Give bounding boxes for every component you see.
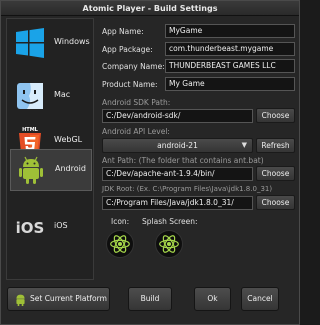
product-name-field[interactable]: My Game [165, 77, 295, 91]
svg-text:HTML: HTML [22, 127, 39, 133]
android-icon [19, 156, 43, 184]
platform-list: Windows Mac HTML WebGL Android iOS iOS [6, 18, 94, 280]
choose-jdk-button[interactable]: Choose [256, 195, 295, 210]
window-title: Atomic Player - Build Settings [1, 1, 299, 16]
atom-icon [110, 235, 130, 253]
company-name-label: Company Name: [102, 62, 165, 71]
mac-finder-icon [17, 83, 43, 109]
app-name-field[interactable]: MyGame [165, 24, 295, 38]
build-button[interactable]: Build [128, 287, 172, 311]
api-level-value: android-21 [157, 141, 198, 150]
platform-label: WebGL [54, 135, 83, 144]
platform-item-ios[interactable]: iOS iOS [10, 207, 92, 247]
choose-ant-button[interactable]: Choose [256, 166, 295, 181]
set-current-platform-button[interactable]: Set Current Platform [7, 287, 110, 311]
platform-label: iOS [54, 221, 68, 230]
platform-label: Android [55, 164, 86, 173]
platform-item-android[interactable]: Android [10, 149, 92, 191]
platform-item-windows[interactable]: Windows [10, 23, 92, 63]
app-package-label: App Package: [102, 45, 153, 54]
app-name-label: App Name: [102, 27, 144, 36]
ok-button[interactable]: Ok [194, 287, 231, 311]
atom-icon [159, 235, 179, 253]
platform-label: Mac [54, 90, 71, 99]
ant-path-field[interactable]: C:/Dev/apache-ant-1.9.4/bin/ [102, 167, 253, 181]
set-current-platform-label: Set Current Platform [30, 294, 107, 303]
choose-sdk-button[interactable]: Choose [256, 108, 295, 123]
ios-icon: iOS [16, 219, 45, 237]
api-level-label: Android API Level: [102, 127, 170, 136]
jdk-root-label: JDK Root: (Ex. C:\Program Files\Java\jdk… [102, 185, 273, 193]
refresh-button[interactable]: Refresh [256, 138, 295, 153]
android-icon [16, 294, 25, 306]
product-name-label: Product Name: [102, 80, 158, 89]
sdk-path-field[interactable]: C:/Dev/android-sdk/ [102, 109, 253, 123]
chevron-down-icon: ▼ [241, 141, 247, 149]
svg-text:iOS: iOS [16, 219, 45, 237]
app-icon-preview[interactable] [106, 230, 134, 258]
platform-item-mac[interactable]: Mac [10, 76, 92, 116]
splash-screen-label: Splash Screen: [142, 217, 198, 226]
app-package-field[interactable]: com.thunderbeast.mygame [165, 42, 295, 56]
footer-bar: Set Current Platform Build Ok Cancel [1, 282, 299, 324]
sdk-path-label: Android SDK Path: [102, 98, 171, 107]
ant-path-label: Ant Path: (The folder that contains ant.… [102, 156, 264, 165]
icon-label: Icon: [111, 217, 130, 226]
windows-icon [16, 28, 44, 58]
build-settings-window: Atomic Player - Build Settings Windows M… [0, 0, 300, 325]
company-name-field[interactable]: THUNDERBEAST GAMES LLC [165, 59, 295, 73]
splash-screen-preview[interactable] [155, 230, 183, 258]
jdk-root-field[interactable]: C:/Program Files/Java/jdk1.8.0_31/ [102, 196, 253, 210]
platform-label: Windows [54, 37, 90, 46]
cancel-button[interactable]: Cancel [241, 287, 279, 311]
api-level-select[interactable]: android-21 ▼ [102, 138, 253, 153]
